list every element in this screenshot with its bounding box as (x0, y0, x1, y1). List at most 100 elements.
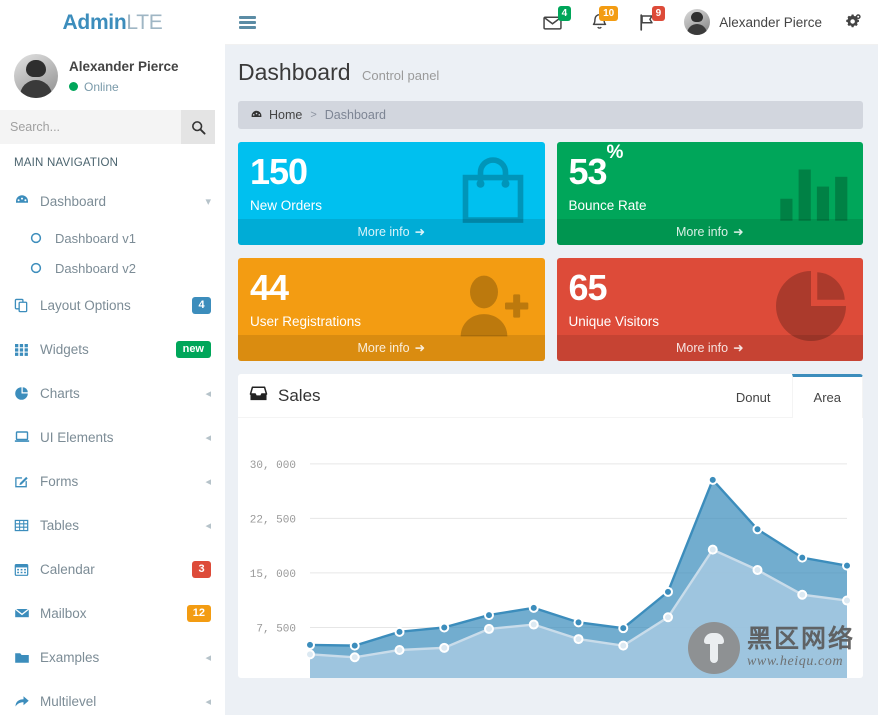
sidebar-item-label: Mailbox (40, 605, 87, 621)
control-sidebar-toggle[interactable] (832, 0, 878, 45)
sidebar-item-dashboard-v2[interactable]: Dashboard v2 (0, 253, 225, 283)
navbar-user-name: Alexander Pierce (719, 14, 822, 30)
small-box-value-sup: % (606, 142, 624, 163)
sidebar-item-forms[interactable]: Forms ◂ (0, 459, 225, 503)
top-navbar: 4 10 9 Alexander Pierce (225, 0, 878, 45)
user-menu[interactable]: Alexander Pierce (670, 9, 832, 35)
svg-text:22, 500: 22, 500 (250, 514, 296, 526)
content-header: Dashboard Control panel (225, 45, 878, 92)
chevron-left-icon: ◂ (205, 651, 211, 664)
tab-donut[interactable]: Donut (715, 374, 792, 418)
sidebar-item-label: Dashboard v2 (55, 260, 136, 276)
breadcrumb-home[interactable]: Home (250, 108, 302, 122)
small-box-value: 44 (250, 267, 289, 308)
chevron-left-icon: ◂ (205, 475, 211, 488)
watermark-logo-icon (687, 622, 740, 674)
notifications-menu[interactable]: 10 (576, 0, 623, 45)
small-box-more-info-link[interactable]: More info ➜ (556, 335, 863, 361)
small-box-more-info-link[interactable]: More info ➜ (238, 219, 545, 245)
sidebar-item-label: Charts (40, 385, 80, 401)
sidebar-item-label: UI Elements (40, 429, 114, 445)
small-box-row-2: 44 User Registrations More info ➜ 65 Uni… (225, 258, 878, 361)
sidebar-search-form (0, 110, 215, 144)
breadcrumb: Home > Dashboard (238, 101, 863, 129)
sidebar-user-status: Online (69, 80, 179, 94)
arrow-circle-right-icon: ➜ (414, 341, 426, 355)
tasks-count-badge: 9 (651, 5, 666, 21)
small-box-label: Unique Visitors (568, 314, 660, 329)
arrow-circle-right-icon: ➜ (414, 225, 426, 239)
navbar-right-menu: 4 10 9 Alexander Pierce (529, 0, 878, 45)
small-box-unique-visitors[interactable]: 65 Unique Visitors More info ➜ (556, 258, 863, 361)
brand-logo-bold: Admin (62, 10, 127, 34)
adminlte-dashboard: AdminLTE Alexander Pierce Online MAIN N (0, 0, 878, 715)
page-title: Dashboard (238, 59, 351, 85)
small-box-label: User Registrations (250, 314, 362, 329)
breadcrumb-separator: > (310, 109, 317, 121)
folder-icon (14, 650, 40, 665)
hamburger-icon (238, 14, 256, 31)
sidebar-item-label: Layout Options (40, 297, 131, 313)
sidebar-item-dashboard[interactable]: Dashboard ▾ (0, 179, 225, 223)
edit-icon (14, 474, 40, 489)
sidebar-item-label: Dashboard v1 (55, 230, 136, 246)
small-box-row-1: 150 New Orders More info ➜ 53% Bounce Ra… (225, 142, 878, 245)
small-box-more-info-link[interactable]: More info ➜ (238, 335, 545, 361)
site-watermark: 黑区网络 www.heiqu.com (687, 622, 855, 674)
sales-box-header: Sales Donut Area (238, 374, 863, 418)
sidebar-item-ui-elements[interactable]: UI Elements ◂ (0, 415, 225, 459)
sidebar-item-label: Widgets (40, 341, 89, 357)
search-button[interactable] (181, 110, 215, 144)
brand-logo-light: LTE (126, 10, 163, 34)
status-badge: 3 (192, 560, 211, 578)
brand-logo[interactable]: Admin LTE (0, 0, 225, 45)
chevron-left-icon: ◂ (205, 695, 211, 708)
avatar (684, 9, 711, 35)
sidebar-item-layout-options[interactable]: Layout Options 4 (0, 283, 225, 327)
sidebar-user-status-label: Online (84, 79, 119, 94)
sales-box-tabs: Donut Area (715, 374, 863, 418)
tasks-menu[interactable]: 9 (623, 0, 670, 45)
sidebar-item-label: Tables (40, 517, 80, 533)
status-badge: new (175, 340, 211, 358)
sidebar-item-calendar[interactable]: Calendar 3 (0, 547, 225, 591)
dashboard-icon (251, 110, 262, 117)
sidebar-item-widgets[interactable]: Widgets new (0, 327, 225, 371)
sales-box-title: Sales (238, 385, 321, 407)
sidebar-item-label: Dashboard (40, 193, 107, 209)
sidebar-item-examples[interactable]: Examples ◂ (0, 635, 225, 679)
avatar (14, 54, 58, 98)
calendar-icon (14, 562, 40, 577)
circle-o-icon (30, 232, 55, 244)
chevron-left-icon: ◂ (205, 431, 211, 444)
tab-area[interactable]: Area (791, 374, 863, 418)
svg-text:7, 500: 7, 500 (256, 623, 296, 635)
search-input[interactable] (0, 110, 181, 144)
sidebar-user-panel: Alexander Pierce Online (0, 45, 225, 107)
messages-count-badge: 4 (557, 5, 572, 21)
sidebar-item-label: Multilevel (40, 693, 97, 709)
arrow-circle-right-icon: ➜ (733, 225, 744, 239)
sidebar-item-dashboard-v1[interactable]: Dashboard v1 (0, 223, 225, 253)
sidebar-nav: Dashboard ▾ Dashboard v1 Dashboard v2 La… (0, 179, 225, 715)
small-box-user-registrations[interactable]: 44 User Registrations More info ➜ (238, 258, 545, 361)
small-box-label: Bounce Rate (568, 198, 647, 213)
breadcrumb-current: Dashboard (324, 108, 386, 122)
sidebar-item-tables[interactable]: Tables ◂ (0, 503, 225, 547)
messages-menu[interactable]: 4 (529, 0, 576, 45)
small-box-footer-label: More info (675, 341, 729, 355)
chevron-left-icon: ◂ (205, 519, 211, 532)
sidebar-item-charts[interactable]: Charts ◂ (0, 371, 225, 415)
files-icon (14, 298, 40, 313)
svg-text:30, 000: 30, 000 (250, 460, 296, 472)
share-icon (14, 694, 40, 708)
small-box-more-info-link[interactable]: More info ➜ (556, 219, 863, 245)
page-subtitle: Control panel (361, 68, 440, 83)
small-box-bounce-rate[interactable]: 53% Bounce Rate More info ➜ (556, 142, 863, 245)
sidebar-user-name: Alexander Pierce (69, 59, 179, 75)
online-status-icon (69, 82, 78, 92)
sidebar-toggle-button[interactable] (225, 0, 269, 45)
sidebar-item-mailbox[interactable]: Mailbox 12 (0, 591, 225, 635)
sidebar-item-multilevel[interactable]: Multilevel ◂ (0, 679, 225, 715)
small-box-new-orders[interactable]: 150 New Orders More info ➜ (238, 142, 545, 245)
